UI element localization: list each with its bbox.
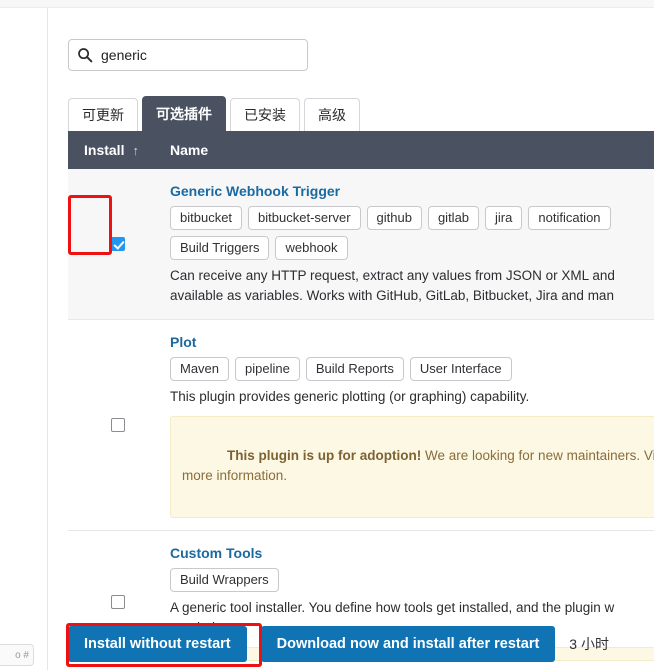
search-field-wrapper (68, 39, 308, 71)
plugin-label[interactable]: gitlab (427, 206, 480, 230)
rail-chip[interactable]: o # (0, 644, 34, 666)
column-header-install-label: Install (84, 142, 125, 158)
plugin-name-link[interactable]: Generic Webhook Trigger (170, 183, 340, 199)
plugin-label[interactable]: github (366, 206, 422, 230)
action-bar: Install without restart Download now and… (68, 622, 654, 666)
plugin-description: Can receive any HTTP request, extract an… (170, 268, 615, 304)
tab-available-updates[interactable]: 可更新 (68, 98, 138, 131)
plugin-table: Install ↑ Name Generic Webhook Trigger b… (68, 131, 654, 670)
plugin-label[interactable]: Build Triggers (170, 236, 270, 260)
install-checkbox[interactable] (111, 595, 125, 609)
plugin-name-link[interactable]: Custom Tools (170, 545, 262, 561)
column-header-name[interactable]: Name (168, 142, 208, 158)
plugin-label[interactable]: bitbucket (170, 206, 243, 230)
plugin-name-link[interactable]: Plot (170, 334, 196, 350)
main-content: 可更新 可选插件 已安装 高级 Install ↑ Name Generic W… (49, 8, 654, 670)
adoption-notice: This plugin is up for adoption! We are l… (170, 415, 654, 518)
column-header-install[interactable]: Install ↑ (68, 142, 168, 158)
plugin-labels-row: bitbucket bitbucket-server github gitlab… (170, 206, 654, 230)
search-box[interactable] (68, 39, 308, 71)
plugin-labels-row: Build Triggers webhook (170, 236, 654, 260)
install-cell (68, 169, 168, 319)
left-rail: o # (0, 8, 48, 670)
plugin-label[interactable]: User Interface (409, 356, 512, 381)
plugin-tabs: 可更新 可选插件 已安装 高级 (68, 96, 360, 131)
plugin-label[interactable]: Build Reports (305, 356, 404, 381)
search-input[interactable] (101, 47, 299, 63)
plugin-manager-page: o # 可更新 可选插件 已安装 高级 Install (0, 0, 654, 670)
table-row: Generic Webhook Trigger bitbucket bitbuc… (68, 169, 654, 320)
update-eta-label: 3 小时 (569, 636, 609, 652)
top-strip (0, 0, 654, 8)
adoption-notice-headline: This plugin is up for adoption! (227, 448, 422, 463)
install-without-restart-button[interactable]: Install without restart (68, 625, 247, 663)
plugin-labels-row: Maven pipeline Build Reports User Interf… (170, 356, 654, 381)
plugin-description: This plugin provides generic plotting (o… (170, 388, 530, 404)
tab-installed[interactable]: 已安装 (230, 98, 300, 131)
plugin-label[interactable]: bitbucket-server (248, 206, 361, 230)
plugin-label[interactable]: Maven (170, 356, 230, 381)
install-cell (68, 320, 168, 530)
search-icon (78, 48, 93, 63)
download-now-install-after-restart-button[interactable]: Download now and install after restart (260, 625, 556, 663)
plugin-label[interactable]: pipeline (235, 356, 300, 381)
plugin-cell: Plot Maven pipeline Build Reports User I… (168, 320, 654, 530)
plugin-labels-row: Build Wrappers (170, 567, 654, 592)
plugin-label[interactable]: Build Wrappers (170, 567, 279, 592)
install-checkbox[interactable] (111, 236, 125, 251)
plugin-cell: Generic Webhook Trigger bitbucket bitbuc… (168, 169, 654, 319)
tab-available-plugins[interactable]: 可选插件 (142, 96, 226, 131)
plugin-label[interactable]: notification (528, 206, 611, 230)
sort-ascending-icon: ↑ (132, 142, 139, 158)
tab-advanced[interactable]: 高级 (304, 98, 360, 131)
table-header-row: Install ↑ Name (68, 131, 654, 169)
plugin-label[interactable]: webhook (275, 236, 348, 260)
install-checkbox[interactable] (111, 417, 125, 432)
plugin-label[interactable]: jira (485, 206, 523, 230)
table-row: Plot Maven pipeline Build Reports User I… (68, 319, 654, 531)
